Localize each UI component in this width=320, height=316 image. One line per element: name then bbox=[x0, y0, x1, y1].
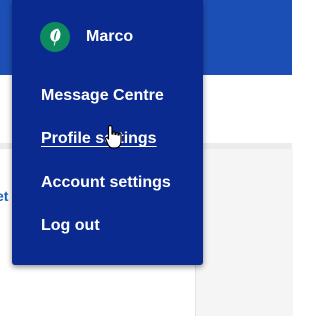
menu-item-profile-settings[interactable]: Profile settings bbox=[41, 130, 157, 148]
leaf-icon bbox=[49, 27, 62, 47]
page-partial-link[interactable]: et bbox=[0, 188, 8, 204]
user-avatar bbox=[40, 22, 70, 52]
menu-item-account-settings[interactable]: Account settings bbox=[41, 174, 171, 192]
menu-item-message-centre[interactable]: Message Centre bbox=[41, 87, 164, 105]
menu-item-log-out[interactable]: Log out bbox=[41, 217, 100, 235]
menu-user-header: Marco bbox=[40, 22, 133, 52]
page-side-panel bbox=[195, 149, 293, 316]
hand-pointer-icon bbox=[104, 124, 122, 149]
user-name: Marco bbox=[86, 28, 134, 45]
